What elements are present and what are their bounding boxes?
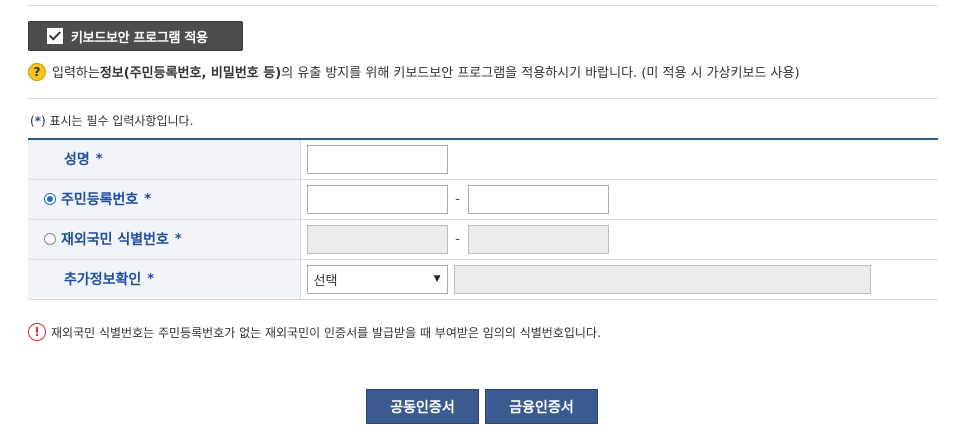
foreigner-no-label[interactable]: 재외국민 식별번호 [61,229,169,249]
name-label: 성명 [64,152,90,169]
required-mark: * [174,231,182,247]
notice-bold: 정보(주민등록번호, 비밀번호 등) [99,66,282,81]
name-input[interactable] [306,144,448,174]
required-mark: * [147,271,155,287]
top-divider [28,5,938,6]
checkbox-checked-icon[interactable] [47,28,63,44]
foreigner-no-radio[interactable] [44,233,56,245]
foreigner-no-first-input [306,224,448,254]
extra-verify-row: 추가정보확인 * 선택 ▼ [28,259,938,300]
resident-no-first-input[interactable] [306,184,448,214]
warning-text: 재외국민 식별번호는 주민등록번호가 없는 재외국민이 인증서를 발급받을 때 … [51,325,601,340]
extra-verify-select[interactable]: 선택 ▼ [306,264,448,294]
notice-prefix: 입력하는 [52,66,100,81]
cert-button-group: 공동인증서 금융인증서 [366,389,598,424]
dash-separator: - [455,191,460,207]
financial-cert-button[interactable]: 금융인증서 [485,389,598,424]
foreigner-no-info: ! 재외국민 식별번호는 주민등록번호가 없는 재외국민이 인증서를 발급받을 … [28,323,601,341]
keyboard-security-label: 키보드보안 프로그램 적용 [71,30,208,46]
mid-divider [28,98,938,99]
notice-text: 의 유출 방지를 위해 키보드보안 프로그램을 적용하시기 바랍니다. (미 적… [281,66,800,81]
joint-cert-button[interactable]: 공동인증서 [366,389,479,424]
question-icon: ? [28,62,46,81]
exclamation-icon: ! [28,323,46,341]
extra-verify-label: 추가정보확인 [64,272,142,288]
security-notice: ? 입력하는 정보(주민등록번호, 비밀번호 등) 의 유출 방지를 위해 키보… [28,62,800,81]
identity-form: 성명 * 주민등록번호 * - 재외국민 식별번호 * - 추가정보확인 * 선… [28,138,938,300]
extra-verify-select-value: 선택 [313,273,338,289]
foreigner-no-second-input [467,224,609,254]
dropdown-arrow-icon: ▼ [433,274,441,284]
foreigner-no-row: 재외국민 식별번호 * - [28,219,938,260]
dash-separator: - [455,231,460,247]
name-row: 성명 * [28,139,938,180]
resident-no-radio[interactable] [44,193,56,205]
required-note: (*) 표시는 필수 입력사항입니다. [30,114,194,128]
resident-no-label[interactable]: 주민등록번호 [61,189,138,209]
extra-verify-input[interactable] [453,264,871,294]
resident-no-row: 주민등록번호 * - [28,179,938,220]
keyboard-security-toggle[interactable]: 키보드보안 프로그램 적용 [28,21,243,51]
resident-no-second-input[interactable] [467,184,609,214]
required-mark: * [95,151,103,167]
required-mark: * [144,191,152,207]
